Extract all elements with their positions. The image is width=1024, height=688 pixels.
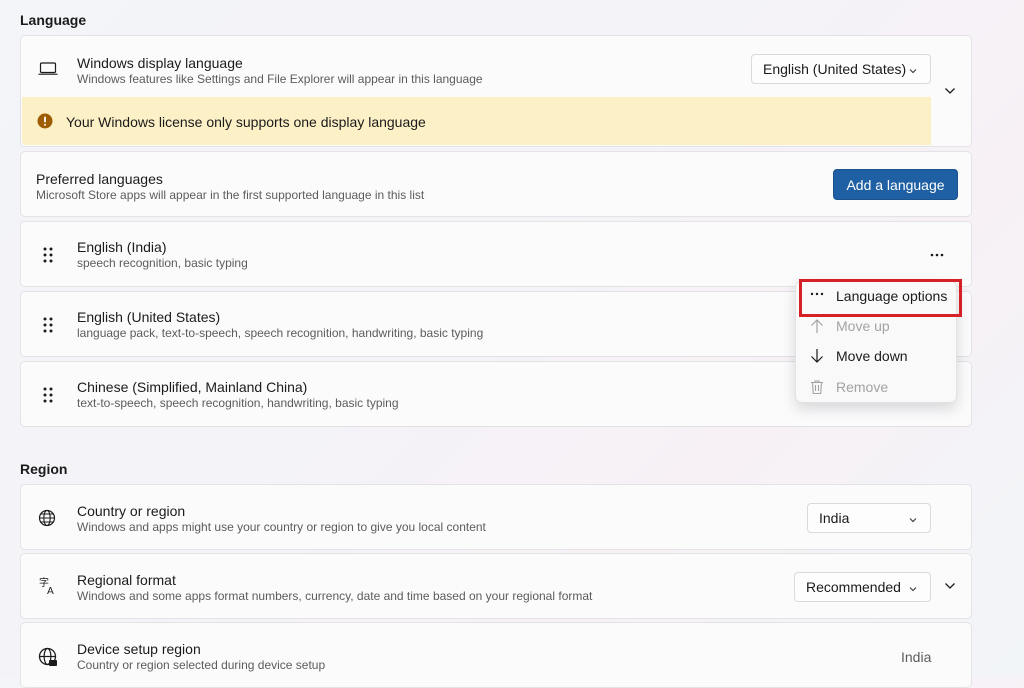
- country-region-title: Country or region: [77, 503, 186, 519]
- arrow-up-icon: [809, 318, 825, 337]
- license-warning-banner: Your Windows license only supports one d…: [22, 97, 931, 145]
- preferred-languages-card: Preferred languages Microsoft Store apps…: [20, 151, 972, 217]
- chevron-down-icon: [908, 512, 918, 528]
- regional-format-title: Regional format: [77, 572, 176, 588]
- chevron-down-icon: [908, 63, 918, 79]
- menu-item-label: Remove: [836, 379, 889, 395]
- country-region-value: India: [819, 510, 850, 526]
- highlight-annotation: [799, 279, 962, 317]
- trash-icon: [809, 379, 825, 398]
- chevron-down-icon: [908, 581, 918, 597]
- display-language-dropdown[interactable]: English (United States): [751, 54, 931, 84]
- regional-format-subtitle: Windows and some apps format numbers, cu…: [77, 589, 593, 603]
- drag-handle-icon[interactable]: [42, 316, 54, 339]
- regional-format-icon: 字A: [38, 576, 58, 601]
- arrow-down-icon: [809, 348, 825, 367]
- laptop-icon: [38, 61, 58, 82]
- menu-item-move-down[interactable]: Move down: [796, 342, 956, 370]
- expand-chevron-icon[interactable]: [943, 84, 957, 103]
- language-name: English (India): [77, 239, 167, 255]
- language-name: Chinese (Simplified, Mainland China): [77, 379, 308, 395]
- regional-format-value: Recommended: [806, 579, 901, 595]
- device-setup-region-card: Device setup region Country or region se…: [20, 622, 972, 688]
- menu-item-label: Move up: [836, 318, 890, 334]
- preferred-languages-subtitle: Microsoft Store apps will appear in the …: [36, 188, 425, 202]
- globe-filled-icon: [38, 647, 58, 672]
- country-region-card: Country or region Windows and apps might…: [20, 484, 972, 550]
- globe-icon: [38, 509, 56, 532]
- expand-chevron-icon[interactable]: [943, 579, 957, 598]
- license-warning-text: Your Windows license only supports one d…: [66, 114, 426, 130]
- language-features: language pack, text-to-speech, speech re…: [77, 326, 484, 340]
- language-section-title: Language: [20, 12, 87, 28]
- display-language-card: Windows display language Windows feature…: [20, 35, 972, 147]
- more-options-icon[interactable]: [929, 247, 945, 268]
- add-language-button[interactable]: Add a language: [833, 169, 958, 200]
- regional-format-dropdown[interactable]: Recommended: [794, 572, 931, 602]
- device-setup-region-title: Device setup region: [77, 641, 201, 657]
- country-region-dropdown[interactable]: India: [807, 503, 931, 533]
- display-language-value: English (United States): [763, 61, 907, 77]
- regional-format-card: 字A Regional format Windows and some apps…: [20, 553, 972, 619]
- display-language-title: Windows display language: [77, 55, 243, 71]
- preferred-languages-title: Preferred languages: [36, 171, 163, 187]
- language-item-english-india[interactable]: English (India) speech recognition, basi…: [20, 221, 972, 287]
- svg-text:A: A: [47, 586, 54, 596]
- language-name: English (United States): [77, 309, 221, 325]
- device-setup-region-subtitle: Country or region selected during device…: [77, 658, 326, 672]
- warning-icon: [37, 113, 53, 134]
- menu-item-label: Move down: [836, 348, 908, 364]
- language-features: text-to-speech, speech recognition, hand…: [77, 396, 399, 410]
- drag-handle-icon[interactable]: [42, 246, 54, 269]
- drag-handle-icon[interactable]: [42, 386, 54, 409]
- language-features: speech recognition, basic typing: [77, 256, 248, 270]
- device-setup-region-value: India: [901, 649, 932, 665]
- region-section-title: Region: [20, 461, 68, 477]
- menu-item-remove[interactable]: Remove: [796, 373, 956, 401]
- country-region-subtitle: Windows and apps might use your country …: [77, 520, 486, 534]
- display-language-subtitle: Windows features like Settings and File …: [77, 72, 483, 86]
